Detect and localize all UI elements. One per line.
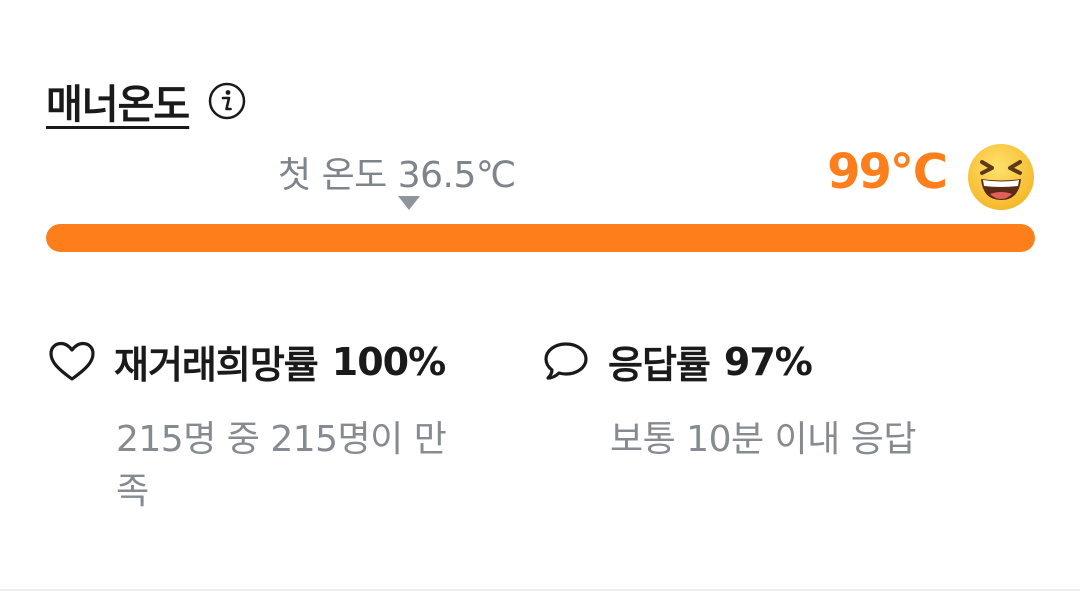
title-row: 매너온도: [46, 72, 247, 130]
rehire-rate-value: 100%: [331, 339, 446, 384]
rehire-rate-label: 재거래희망률: [114, 343, 319, 387]
section-title[interactable]: 매너온도: [46, 72, 190, 130]
current-temperature-value: 99℃: [827, 144, 948, 200]
rehire-rate-stat: 재거래희망률 100%: [46, 334, 446, 389]
speech-bubble-icon: [540, 336, 592, 388]
first-temperature-label: 첫 온도 36.5℃: [278, 155, 516, 196]
temperature-progress-bar: [46, 224, 1035, 252]
rehire-rate-detail: 215명 중 215명이 만족: [116, 419, 447, 512]
manner-temperature-section: 매너온도 첫 온도 36.5℃ 99℃ 재거래희망률 100% 215명 중 2…: [0, 0, 1080, 591]
response-rate-label: 응답률: [608, 343, 711, 387]
laughing-face-icon: [966, 142, 1036, 212]
response-rate-stat: 응답률 97%: [540, 334, 813, 389]
info-icon[interactable]: [207, 81, 247, 121]
first-temperature-marker: [398, 196, 420, 210]
heart-outline-icon: [46, 336, 98, 388]
response-rate-value: 97%: [723, 339, 813, 384]
temperature-progress-fill: [46, 224, 1035, 252]
response-rate-detail: 보통 10분 이내 응답: [610, 419, 916, 460]
